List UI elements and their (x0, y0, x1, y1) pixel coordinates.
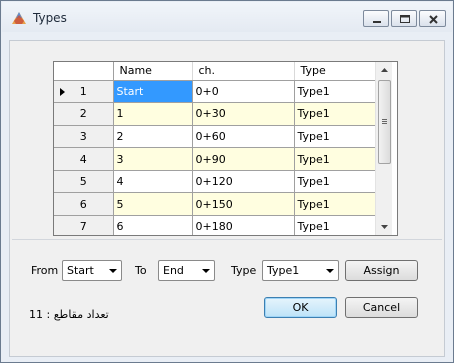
cell-ch[interactable]: 0+0 (192, 80, 295, 104)
section-count: 11 : تعداد مقاطع (29, 308, 109, 321)
cell-name[interactable]: 4 (113, 170, 193, 194)
row-header[interactable]: 7 (54, 215, 114, 235)
cell-name[interactable]: 5 (113, 192, 193, 217)
row-header[interactable]: 5 (54, 170, 114, 194)
sections-grid[interactable]: Name ch. Type 1 Start 0+0 Type1 2 1 0+30… (53, 61, 398, 236)
cell-type[interactable]: Type1 (294, 192, 376, 217)
table-row[interactable]: 2 1 0+30 Type1 (54, 102, 376, 126)
type-label: Type (231, 264, 257, 277)
cell-name[interactable]: 6 (113, 215, 193, 235)
section-count-label: : تعداد مقاطع (46, 308, 109, 321)
grid-panel: Name ch. Type 1 Start 0+0 Type1 2 1 0+30… (12, 43, 442, 240)
table-row[interactable]: 4 3 0+90 Type1 (54, 147, 376, 171)
cell-type[interactable]: Type1 (294, 215, 376, 235)
chevron-down-icon (202, 269, 210, 273)
cancel-button[interactable]: Cancel (345, 297, 418, 318)
title-bar[interactable]: Types (2, 2, 452, 32)
column-header-name[interactable]: Name (113, 62, 193, 81)
column-header-type[interactable]: Type (294, 62, 376, 81)
table-row[interactable]: 6 5 0+150 Type1 (54, 192, 376, 217)
cell-type[interactable]: Type1 (294, 125, 376, 149)
row-header[interactable]: 6 (54, 192, 114, 217)
to-label: To (135, 264, 147, 277)
cell-ch[interactable]: 0+150 (192, 192, 295, 217)
close-icon (429, 15, 438, 24)
minimize-icon (373, 21, 381, 23)
corner-header (54, 62, 114, 81)
chevron-down-icon (326, 269, 334, 273)
scroll-up-button[interactable] (376, 62, 393, 79)
cell-name[interactable]: 1 (113, 102, 193, 126)
close-button[interactable] (419, 10, 446, 27)
section-count-value: 11 (29, 308, 43, 321)
cell-type[interactable]: Type1 (294, 147, 376, 171)
dialog-body: Name ch. Type 1 Start 0+0 Type1 2 1 0+30… (9, 40, 445, 357)
type-select[interactable]: Type1 (262, 260, 339, 281)
type-select-value: Type1 (267, 264, 300, 277)
vertical-scrollbar[interactable] (375, 62, 392, 235)
ok-button[interactable]: OK (264, 297, 337, 318)
row-header[interactable]: 1 (54, 80, 114, 104)
cell-type[interactable]: Type1 (294, 80, 376, 104)
from-select[interactable]: Start (62, 260, 122, 281)
table-row[interactable]: 7 6 0+180 Type1 (54, 215, 376, 235)
current-row-icon (60, 87, 65, 96)
app-icon (12, 12, 26, 24)
minimize-button[interactable] (363, 10, 389, 27)
from-label: From (31, 264, 59, 277)
maximize-button[interactable] (391, 10, 417, 27)
cell-name[interactable]: Start (113, 80, 193, 104)
cell-name[interactable]: 3 (113, 147, 193, 171)
cell-type[interactable]: Type1 (294, 102, 376, 126)
sections-table: Name ch. Type 1 Start 0+0 Type1 2 1 0+30… (54, 62, 376, 235)
row-header[interactable]: 2 (54, 102, 114, 126)
cell-ch[interactable]: 0+120 (192, 170, 295, 194)
types-dialog: Types Name ch. Type 1 Start 0+0 Type1 2 … (0, 0, 454, 363)
maximize-icon (400, 15, 410, 23)
assign-button[interactable]: Assign (345, 260, 418, 281)
cell-name[interactable]: 2 (113, 125, 193, 149)
column-header-ch[interactable]: ch. (192, 62, 295, 81)
chevron-down-icon (109, 269, 117, 273)
row-header[interactable]: 4 (54, 147, 114, 171)
chevron-up-icon (381, 68, 388, 72)
table-row[interactable]: 1 Start 0+0 Type1 (54, 80, 376, 104)
cell-ch[interactable]: 0+180 (192, 215, 295, 235)
table-row[interactable]: 3 2 0+60 Type1 (54, 125, 376, 149)
to-select-value: End (163, 264, 184, 277)
scroll-down-button[interactable] (376, 218, 393, 235)
row-header[interactable]: 3 (54, 125, 114, 149)
chevron-down-icon (381, 225, 388, 229)
cell-ch[interactable]: 0+60 (192, 125, 295, 149)
cell-ch[interactable]: 0+30 (192, 102, 295, 126)
cell-ch[interactable]: 0+90 (192, 147, 295, 171)
from-select-value: Start (67, 264, 94, 277)
window-title: Types (33, 11, 67, 25)
table-row[interactable]: 5 4 0+120 Type1 (54, 170, 376, 194)
to-select[interactable]: End (158, 260, 215, 281)
cell-type[interactable]: Type1 (294, 170, 376, 194)
scrollbar-thumb[interactable] (378, 80, 391, 164)
